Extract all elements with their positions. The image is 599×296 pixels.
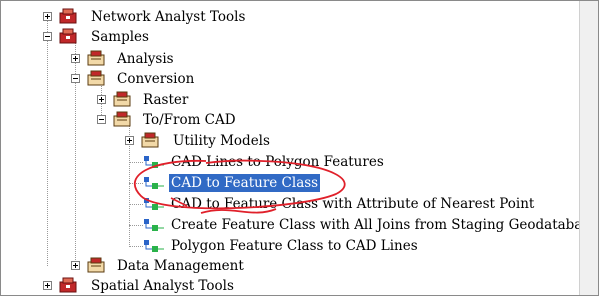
tree-item-to-from-cad[interactable]: To/From CAD — [1, 110, 561, 130]
collapse-icon[interactable] — [97, 115, 106, 124]
tree-line — [129, 225, 143, 227]
toolbox-icon — [59, 8, 77, 24]
tree-line — [129, 246, 143, 248]
toolset-icon — [87, 50, 105, 66]
tree-item-label: CAD Lines to Polygon Features — [171, 154, 384, 170]
tree-item-label: Data Management — [117, 258, 244, 274]
toolset-icon — [141, 132, 159, 148]
model-tool-icon — [144, 156, 164, 168]
collapse-icon[interactable] — [71, 74, 80, 83]
toolset-icon — [113, 111, 131, 127]
model-tool-icon — [144, 219, 164, 231]
toolset-icon — [113, 91, 131, 107]
expand-icon[interactable] — [43, 12, 52, 21]
toolbox-icon — [59, 28, 77, 44]
expand-icon[interactable] — [71, 261, 80, 270]
tree-item-label-selected: CAD to Feature Class — [167, 173, 322, 193]
vertical-scrollbar[interactable] — [579, 1, 598, 295]
tree-item-label: Utility Models — [173, 133, 270, 149]
tree-item-label: CAD to Feature Class with Attribute of N… — [171, 196, 535, 212]
tree-item-label: Conversion — [117, 71, 195, 87]
tree-item-create-fc-joins[interactable]: Create Feature Class with All Joins from… — [1, 215, 597, 235]
toolbox-tree-panel: Network Analyst Tools Samples Analysis C… — [0, 0, 599, 296]
tree-item-label: Raster — [143, 92, 189, 108]
tree-item-conversion[interactable]: Conversion — [1, 69, 561, 89]
tree-item-label: Spatial Analyst Tools — [91, 278, 234, 294]
tree-item-data-management[interactable]: Data Management — [1, 256, 561, 276]
expand-icon[interactable] — [43, 281, 52, 290]
tree-item-label: Samples — [91, 29, 149, 45]
tree-item-samples[interactable]: Samples — [1, 27, 561, 47]
model-tool-icon — [144, 198, 164, 210]
expand-icon[interactable] — [71, 54, 80, 63]
tree-item-network-analyst-tools[interactable]: Network Analyst Tools — [1, 7, 561, 27]
expand-icon[interactable] — [125, 136, 134, 145]
toolset-icon — [87, 70, 105, 86]
tree-line — [129, 183, 143, 185]
model-tool-icon — [144, 240, 164, 252]
toolbox-icon — [59, 277, 77, 293]
toolset-icon — [87, 257, 105, 273]
tree-item-label: Analysis — [117, 51, 174, 67]
tree-item-polygon-fc-to-cad[interactable]: Polygon Feature Class to CAD Lines — [1, 236, 561, 256]
tree-item-cad-to-fc-attribute[interactable]: CAD to Feature Class with Attribute of N… — [1, 194, 561, 214]
tree-item-label: Polygon Feature Class to CAD Lines — [171, 238, 418, 254]
tree-item-cad-lines-to-polygon[interactable]: CAD Lines to Polygon Features — [1, 152, 561, 172]
tree-line — [129, 162, 143, 164]
tree-item-spatial-analyst-tools[interactable]: Spatial Analyst Tools — [1, 276, 561, 296]
model-tool-icon — [144, 177, 164, 189]
tree-item-label: To/From CAD — [143, 112, 236, 128]
tree-item-label: Network Analyst Tools — [91, 9, 246, 25]
tree-item-utility-models[interactable]: Utility Models — [1, 131, 561, 151]
tree-item-label: Create Feature Class with All Joins from… — [171, 217, 598, 233]
tree-item-analysis[interactable]: Analysis — [1, 49, 561, 69]
expand-icon[interactable] — [97, 95, 106, 104]
tree-item-cad-to-feature-class[interactable]: CAD to Feature Class — [1, 173, 561, 193]
tree-line — [129, 204, 143, 206]
tree-item-raster[interactable]: Raster — [1, 90, 561, 110]
collapse-icon[interactable] — [43, 32, 52, 41]
